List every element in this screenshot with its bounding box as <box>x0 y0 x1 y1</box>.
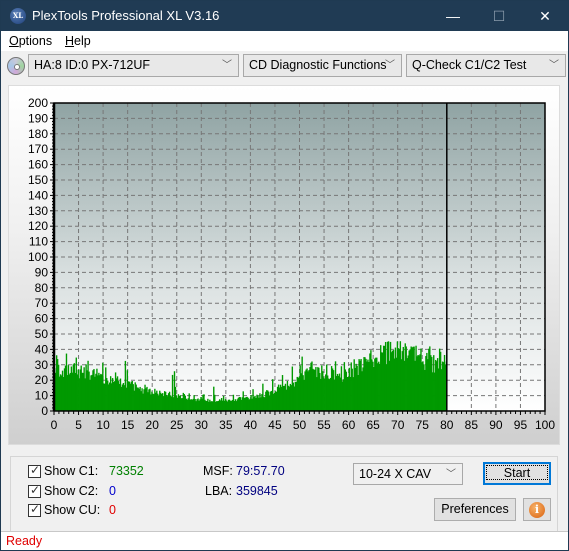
app-window: XL PlexTools Professional XL V3.16 — ☐ ✕… <box>0 0 569 551</box>
chevron-down-icon: ﹀ <box>222 60 232 71</box>
x-axis-ticks: 0 5 10 15 20 25 30 35 40 45 50 55 60 65 70 75 80 85 90 95 10… <box>51 411 555 432</box>
chevron-down-icon: ﹀ <box>549 60 559 71</box>
y-tick-label: 200 <box>28 96 48 110</box>
y-tick-label: 90 <box>35 265 49 279</box>
show-c1-checkbox[interactable] <box>28 463 41 478</box>
menu-help[interactable]: Help <box>65 34 91 48</box>
status-text: Ready <box>6 534 43 548</box>
x-tick-label: 55 <box>317 418 331 432</box>
y-tick-label: 150 <box>28 173 48 187</box>
x-tick-label: 50 <box>293 418 307 432</box>
menu-help-rest: elp <box>74 34 91 48</box>
x-tick-label: 35 <box>219 418 233 432</box>
y-tick-label: 70 <box>35 296 49 310</box>
app-logo-icon: XL <box>10 8 26 24</box>
show-cu-label: Show CU: <box>44 503 101 517</box>
x-tick-label: 85 <box>465 418 479 432</box>
cu-total-value: 0 <box>109 503 116 517</box>
x-tick-label: 95 <box>514 418 528 432</box>
start-button[interactable]: Start <box>483 462 551 485</box>
y-axis-ticks: 010 2030 405060 7080 90100110 120130 140150160… <box>28 96 54 418</box>
menu-help-accel: H <box>65 34 75 48</box>
x-tick-label: 75 <box>416 418 430 432</box>
y-tick-label: 100 <box>28 250 48 264</box>
minimize-button[interactable]: — <box>430 1 476 31</box>
start-button-label: Start <box>486 465 548 480</box>
preferences-button[interactable]: Preferences <box>434 498 516 521</box>
x-tick-label: 60 <box>342 418 356 432</box>
show-c2-checkbox[interactable] <box>28 483 41 498</box>
y-tick-label: 160 <box>28 158 48 172</box>
title-bar: XL PlexTools Professional XL V3.16 — ☐ ✕ <box>1 1 568 31</box>
x-tick-label: 90 <box>489 418 503 432</box>
status-bar: Ready <box>1 531 568 550</box>
x-tick-label: 10 <box>96 418 110 432</box>
y-tick-label: 140 <box>28 188 48 202</box>
menu-options-accel: O <box>9 34 19 48</box>
results-panel: Show C1: 73352 Show C2: 0 Show CU: 0 MSF… <box>10 456 558 534</box>
show-cu-checkbox[interactable] <box>28 502 41 517</box>
cd-disc-icon <box>7 57 25 75</box>
close-button[interactable]: ✕ <box>522 1 568 31</box>
x-tick-label: 0 <box>51 418 58 432</box>
y-tick-label: 20 <box>35 373 49 387</box>
chart-panel: 0 10 20 30 40 50 60 70 80 90 100 110 120 130 140 150 160… <box>8 85 560 445</box>
chevron-down-icon: ﹀ <box>385 60 395 71</box>
x-tick-label: 15 <box>121 418 135 432</box>
y-tick-label: 180 <box>28 127 48 141</box>
info-button[interactable]: i <box>523 498 551 521</box>
test-select[interactable]: Q-Check C1/C2 Test ﹀ <box>406 54 566 77</box>
chevron-down-icon: ﹀ <box>446 469 456 480</box>
y-tick-label: 130 <box>28 204 48 218</box>
lba-value: 359845 <box>236 484 278 498</box>
y-tick-label: 10 <box>35 389 49 403</box>
y-tick-label: 120 <box>28 219 48 233</box>
function-select[interactable]: CD Diagnostic Functions ﹀ <box>243 54 402 77</box>
y-tick-label: 110 <box>29 235 48 249</box>
function-select-value: CD Diagnostic Functions <box>249 58 387 72</box>
speed-select[interactable]: 10-24 X CAV ﹀ <box>353 463 463 485</box>
y-tick-label: 80 <box>35 281 49 295</box>
menu-bar: Options Help <box>1 31 568 51</box>
x-tick-label: 40 <box>244 418 258 432</box>
x-tick-label: 20 <box>146 418 160 432</box>
maximize-button[interactable]: ☐ <box>476 1 522 31</box>
c1c2-chart: 0102030405060708090100110120130140150160… <box>28 96 555 432</box>
y-tick-label: 170 <box>28 142 48 156</box>
x-tick-label: 45 <box>268 418 282 432</box>
y-tick-label: 190 <box>28 111 48 125</box>
x-tick-label: 30 <box>195 418 209 432</box>
x-tick-label: 70 <box>391 418 405 432</box>
lba-label: LBA: <box>205 484 233 498</box>
c1-total-value: 73352 <box>109 464 144 478</box>
y-tick-label: 50 <box>35 327 49 341</box>
x-tick-label: 80 <box>440 418 454 432</box>
y-tick-label: 30 <box>35 358 49 372</box>
info-icon: i <box>529 502 545 518</box>
show-c1-label: Show C1: <box>44 464 99 478</box>
y-tick-label: 0 <box>41 404 48 418</box>
msf-label: MSF: <box>203 464 233 478</box>
test-select-value: Q-Check C1/C2 Test <box>412 58 527 72</box>
drive-select[interactable]: HA:8 ID:0 PX-712UF ﹀ <box>28 54 239 77</box>
toolbar: HA:8 ID:0 PX-712UF ﹀ CD Diagnostic Funct… <box>1 51 568 81</box>
show-c2-label: Show C2: <box>44 484 99 498</box>
speed-select-value: 10-24 X CAV <box>359 467 432 481</box>
c2-total-value: 0 <box>109 484 116 498</box>
x-tick-label: 100 <box>535 418 555 432</box>
x-tick-label: 65 <box>366 418 380 432</box>
y-tick-label: 60 <box>35 312 49 326</box>
y-tick-label: 40 <box>35 342 49 356</box>
x-tick-label: 5 <box>75 418 82 432</box>
menu-options[interactable]: Options <box>9 34 52 48</box>
msf-value: 79:57.70 <box>236 464 285 478</box>
drive-select-value: HA:8 ID:0 PX-712UF <box>34 58 151 72</box>
x-tick-label: 25 <box>170 418 184 432</box>
window-title: PlexTools Professional XL V3.16 <box>32 8 220 23</box>
menu-options-rest: ptions <box>18 34 53 48</box>
